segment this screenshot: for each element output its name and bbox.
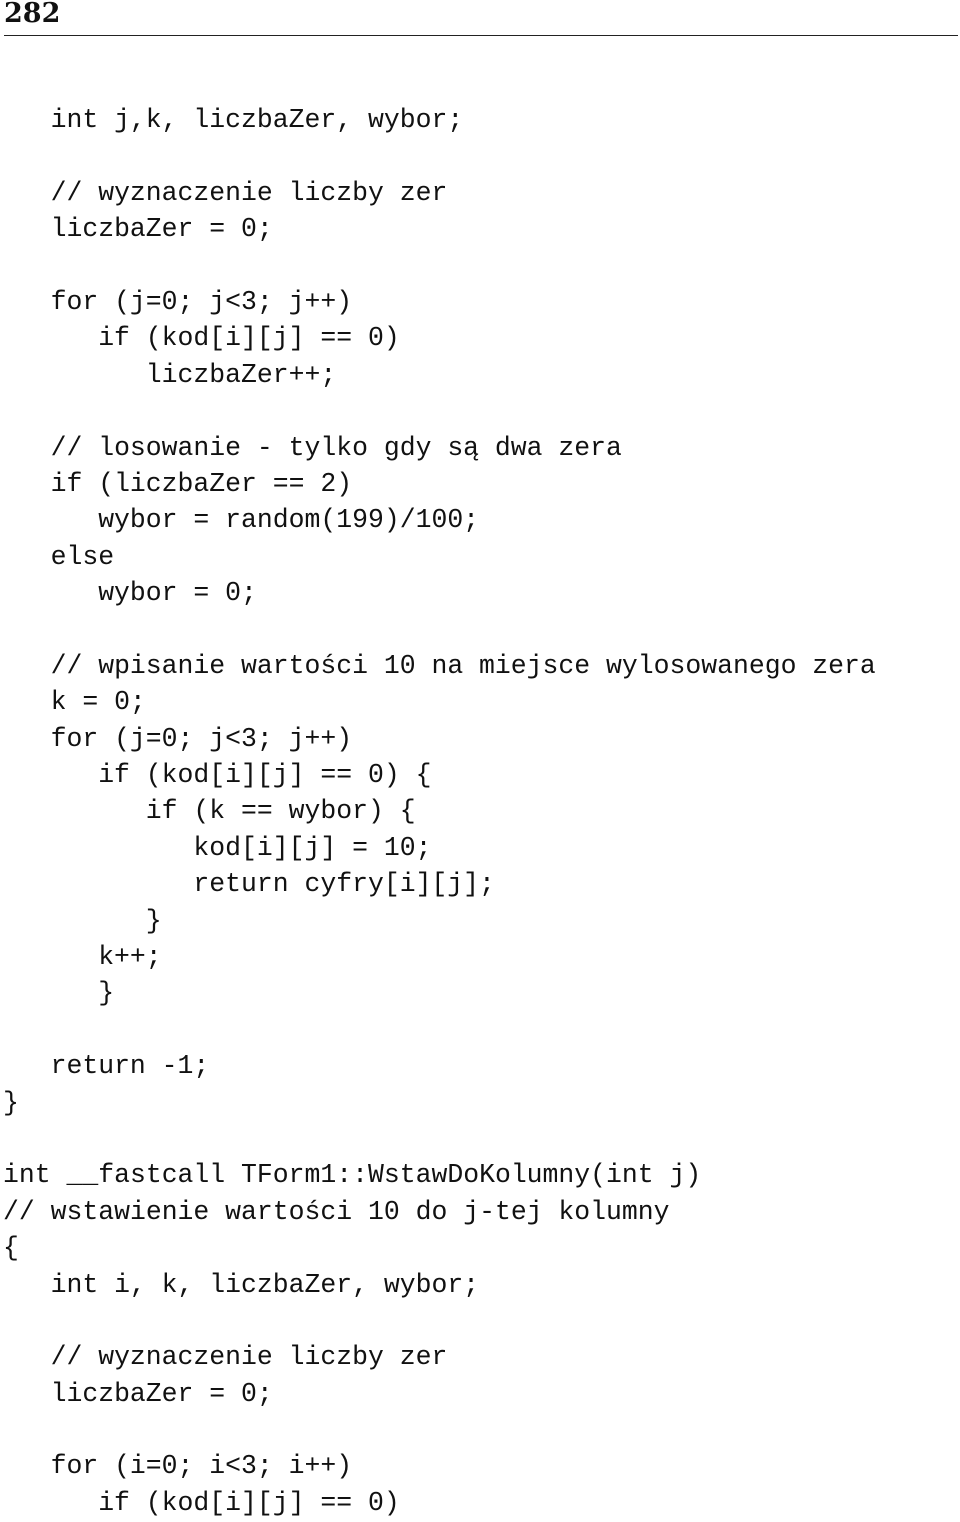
code-comment-line: // losowanie - tylko gdy są dwa zera bbox=[50, 432, 622, 463]
code-comment-line: // wyznaczenie liczby zer bbox=[50, 177, 448, 208]
code-line: wybor = random(199)/100; bbox=[98, 505, 480, 536]
code-line: for (i=0; i<3; i++) bbox=[50, 1451, 353, 1482]
code-line: } bbox=[3, 1087, 19, 1118]
code-line: if (k == wybor) { bbox=[145, 796, 416, 827]
header-rule bbox=[4, 35, 958, 36]
code-line: { bbox=[3, 1233, 19, 1264]
code-line: int __fastcall TForm1::WstawDoKolumny(in… bbox=[3, 1160, 702, 1191]
code-line: } bbox=[98, 978, 115, 1009]
code-line: return -1; bbox=[50, 1051, 210, 1082]
code-comment-line: // wpisanie wartości 10 na miejsce wylos… bbox=[50, 650, 876, 681]
code-line: else bbox=[50, 541, 115, 572]
code-line: k++; bbox=[98, 941, 162, 972]
code-line: } bbox=[145, 905, 162, 936]
code-line: kod[i][j] = 10; bbox=[193, 832, 432, 863]
code-line: if (kod[i][j] == 0) bbox=[98, 1487, 400, 1518]
code-line: if (liczbaZer == 2) bbox=[50, 468, 353, 499]
code-comment-line: // wstawienie wartości 10 do j-tej kolum… bbox=[3, 1196, 670, 1227]
code-line: int j,k, liczbaZer, wybor; bbox=[50, 105, 464, 135]
code-line: liczbaZer = 0; bbox=[50, 214, 273, 245]
page-number: 282 bbox=[4, 0, 61, 29]
code-comment-line: // wyznaczenie liczby zer bbox=[50, 1342, 448, 1373]
code-listing: int j,k, liczbaZer, wybor; // wyznaczenie… bbox=[3, 102, 878, 1521]
code-line: return cyfry[i][j]; bbox=[193, 869, 495, 900]
code-line: liczbaZer++; bbox=[145, 359, 337, 390]
code-line: int i, k, liczbaZer, wybor; bbox=[50, 1269, 480, 1300]
code-line: wybor = 0; bbox=[98, 578, 257, 609]
code-line: k = 0; bbox=[50, 687, 146, 718]
code-line: for (j=0; j<3; j++) bbox=[50, 286, 353, 317]
code-line: if (kod[i][j] == 0) bbox=[98, 323, 400, 354]
code-line: liczbaZer = 0; bbox=[50, 1378, 273, 1409]
code-line: for (j=0; j<3; j++) bbox=[50, 723, 353, 754]
code-line: if (kod[i][j] == 0) { bbox=[98, 760, 432, 791]
